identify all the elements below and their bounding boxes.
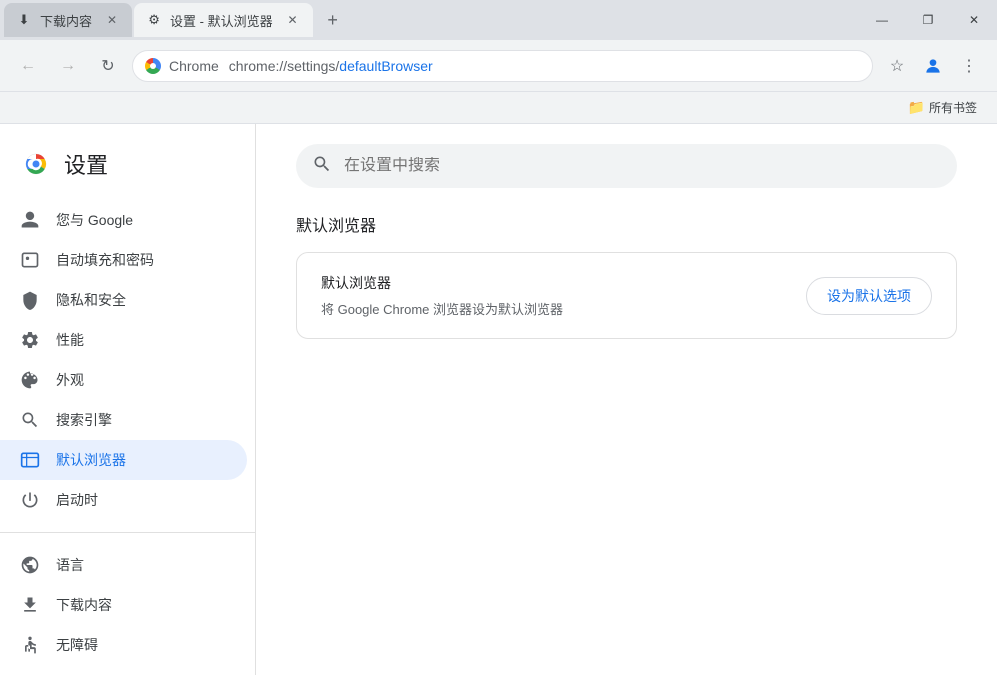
- new-tab-button[interactable]: +: [319, 6, 347, 34]
- tab-bar: ⬇ 下载内容 ✕ ⚙ 设置 - 默认浏览器 ✕ + — ❐ ✕: [0, 0, 997, 40]
- sidebar-search-label: 搜索引擎: [56, 410, 112, 430]
- chrome-logo-icon: [20, 148, 52, 180]
- sidebar-item-autofill[interactable]: 自动填充和密码: [0, 240, 247, 280]
- palette-icon: [20, 370, 40, 390]
- card-subtitle: 将 Google Chrome 浏览器设为默认浏览器: [321, 299, 563, 318]
- chrome-icon-inner: [150, 63, 156, 69]
- folder-icon: 📁: [908, 99, 925, 116]
- sidebar-section-main: 您与 Google 自动填充和密码 隐私和安全: [0, 196, 255, 524]
- person-icon: [20, 210, 40, 230]
- window-controls: — ❐ ✕: [859, 0, 997, 40]
- sidebar-startup-label: 启动时: [56, 490, 98, 510]
- download-tab-favicon: ⬇: [16, 12, 32, 28]
- download-icon: [20, 595, 40, 615]
- chrome-label: Chrome: [169, 58, 219, 74]
- sidebar-language-label: 语言: [56, 555, 84, 575]
- bookmark-button[interactable]: ☆: [881, 50, 913, 82]
- search-input[interactable]: [344, 157, 941, 175]
- url-prefix: chrome://settings/: [229, 58, 340, 74]
- url-highlight: defaultBrowser: [339, 58, 432, 74]
- sidebar-item-google[interactable]: 您与 Google: [0, 200, 247, 240]
- search-bar-icon: [312, 154, 332, 179]
- tab-bar-left: ⬇ 下载内容 ✕ ⚙ 设置 - 默认浏览器 ✕ +: [0, 0, 347, 40]
- sidebar-item-appearance[interactable]: 外观: [0, 360, 247, 400]
- sidebar-item-accessibility[interactable]: 无障碍: [0, 625, 247, 665]
- default-browser-card: 默认浏览器 将 Google Chrome 浏览器设为默认浏览器 设为默认选项: [296, 252, 957, 339]
- sidebar-autofill-label: 自动填充和密码: [56, 250, 154, 270]
- settings-logo: 设置: [0, 140, 255, 196]
- sidebar-divider: [0, 532, 255, 533]
- reload-button[interactable]: ↻: [92, 50, 124, 82]
- settings-page-title: 设置: [64, 148, 108, 180]
- sidebar-item-default-browser[interactable]: 默认浏览器: [0, 440, 247, 480]
- sidebar-item-downloads[interactable]: 下载内容: [0, 585, 247, 625]
- sidebar-performance-label: 性能: [56, 330, 84, 350]
- settings-tab-favicon: ⚙: [146, 12, 162, 28]
- profile-button[interactable]: [917, 50, 949, 82]
- browser-content: 设置 您与 Google 自动填充和密码: [0, 124, 997, 675]
- menu-button[interactable]: ⋮: [953, 50, 985, 82]
- settings-search-bar[interactable]: [296, 144, 957, 188]
- sidebar-item-privacy[interactable]: 隐私和安全: [0, 280, 247, 320]
- settings-tab-title: 设置 - 默认浏览器: [170, 11, 273, 30]
- sidebar-item-performance[interactable]: 性能: [0, 320, 247, 360]
- settings-sidebar: 设置 您与 Google 自动填充和密码: [0, 124, 256, 675]
- shield-icon: [20, 290, 40, 310]
- power-icon: [20, 490, 40, 510]
- chrome-security-icon: [145, 58, 161, 74]
- sidebar-appearance-label: 外观: [56, 370, 84, 390]
- address-bar: ← → ↻ Chrome chrome://settings/defaultBr…: [0, 40, 997, 92]
- tab-settings[interactable]: ⚙ 设置 - 默认浏览器 ✕: [134, 3, 313, 37]
- sidebar-downloads-label: 下载内容: [56, 595, 112, 615]
- card-main-title: 默认浏览器: [321, 273, 563, 293]
- tab-download[interactable]: ⬇ 下载内容 ✕: [4, 3, 132, 37]
- all-bookmarks-item[interactable]: 📁 所有书签: [900, 95, 985, 120]
- section-title: 默认浏览器: [296, 212, 957, 236]
- settings-tab-close[interactable]: ✕: [285, 12, 301, 28]
- close-button[interactable]: ✕: [951, 4, 997, 36]
- forward-button[interactable]: →: [52, 50, 84, 82]
- globe-icon: [20, 555, 40, 575]
- address-input-box[interactable]: Chrome chrome://settings/defaultBrowser: [132, 50, 873, 82]
- default-browser-icon: [20, 450, 40, 470]
- sidebar-item-system[interactable]: 系统: [0, 665, 247, 675]
- performance-icon: [20, 330, 40, 350]
- all-bookmarks-label: 所有书签: [929, 99, 977, 116]
- minimize-button[interactable]: —: [859, 4, 905, 36]
- card-content-left: 默认浏览器 将 Google Chrome 浏览器设为默认浏览器: [321, 273, 563, 318]
- sidebar-section-secondary: 语言 下载内容 无障碍: [0, 541, 255, 675]
- browser-frame: ⬇ 下载内容 ✕ ⚙ 设置 - 默认浏览器 ✕ + — ❐ ✕ ← → ↻ Ch: [0, 0, 997, 675]
- address-url: chrome://settings/defaultBrowser: [229, 58, 860, 74]
- search-icon: [20, 410, 40, 430]
- back-button[interactable]: ←: [12, 50, 44, 82]
- sidebar-item-language[interactable]: 语言: [0, 545, 247, 585]
- sidebar-accessibility-label: 无障碍: [56, 635, 98, 655]
- sidebar-item-search[interactable]: 搜索引擎: [0, 400, 247, 440]
- sidebar-default-browser-label: 默认浏览器: [56, 450, 126, 470]
- sidebar-item-startup[interactable]: 启动时: [0, 480, 247, 520]
- bookmarks-bar: 📁 所有书签: [0, 92, 997, 124]
- download-tab-title: 下载内容: [40, 11, 92, 30]
- sidebar-privacy-label: 隐私和安全: [56, 290, 126, 310]
- sidebar-google-label: 您与 Google: [56, 210, 133, 230]
- address-actions: ☆ ⋮: [881, 50, 985, 82]
- badge-icon: [20, 250, 40, 270]
- maximize-button[interactable]: ❐: [905, 4, 951, 36]
- download-tab-close[interactable]: ✕: [104, 12, 120, 28]
- set-default-button[interactable]: 设为默认选项: [806, 277, 932, 315]
- settings-main: 默认浏览器 默认浏览器 将 Google Chrome 浏览器设为默认浏览器 设…: [256, 124, 997, 675]
- accessibility-icon: [20, 635, 40, 655]
